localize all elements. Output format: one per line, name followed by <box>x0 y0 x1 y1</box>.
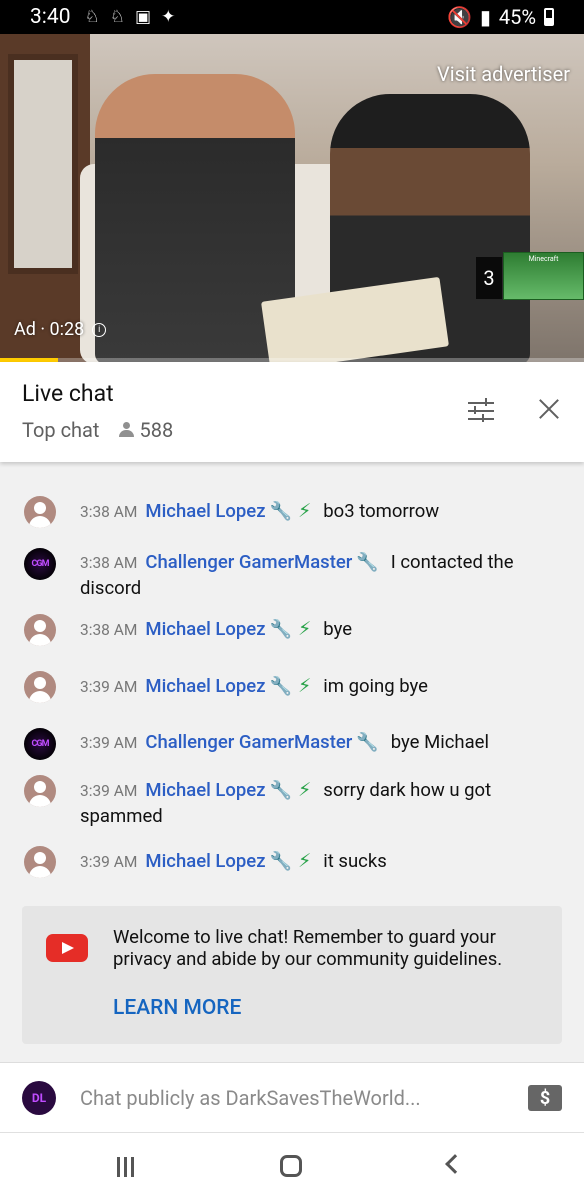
visit-advertiser-link[interactable]: Visit advertiser <box>437 62 570 86</box>
system-nav-bar <box>0 1132 584 1200</box>
chat-message-list[interactable]: 3:38 AMMichael Lopez🔧⚡bye3:38 AMMichael … <box>0 440 584 900</box>
message-timestamp: 3:38 AM <box>80 554 138 572</box>
message-timestamp: 3:39 AM <box>80 782 138 800</box>
snapchat-icon: ♘ <box>109 7 125 27</box>
chat-message[interactable]: 3:38 AM Michael Lopez 🔧 ⚡ bye <box>24 614 564 646</box>
thumbnail-text: Minecraft <box>528 255 559 263</box>
message-author[interactable]: Michael Lopez <box>145 850 265 872</box>
chat-message[interactable]: CGM 3:39 AM Challenger GamerMaster 🔧 bye Mic… <box>24 728 564 760</box>
close-icon[interactable] <box>538 398 560 420</box>
member-bolt-icon: ⚡ <box>297 674 312 697</box>
member-bolt-icon: ⚡ <box>297 499 312 522</box>
chat-header: Live chat Top chat 588 <box>0 362 584 462</box>
filter-icon[interactable] <box>468 398 494 424</box>
viewer-count-value: 588 <box>139 418 174 442</box>
chat-input-bar: DL Chat publicly as DarkSavesTheWorld...… <box>0 1062 584 1132</box>
learn-more-link[interactable]: LEARN MORE <box>113 996 241 1020</box>
author-avatar[interactable] <box>24 496 56 528</box>
status-time: 3:40 <box>30 5 71 29</box>
author-avatar[interactable] <box>24 775 56 807</box>
image-icon: ▣ <box>135 7 152 27</box>
battery-percent: 45% <box>498 5 536 29</box>
message-author[interactable]: Michael Lopez <box>145 675 265 697</box>
author-avatar[interactable] <box>24 671 56 703</box>
chat-message[interactable]: CGM 3:38 AM Challenger GamerMaster 🔧 I conta… <box>24 548 564 601</box>
status-bar: 3:40 ♘ ♘ ▣ ✦ 🔇 ▮ 45% <box>0 0 584 34</box>
scene-door <box>8 54 78 274</box>
author-avatar[interactable]: CGM <box>24 728 56 760</box>
moderator-wrench-icon: 🔧 <box>269 780 292 801</box>
author-avatar[interactable]: CGM <box>24 548 56 580</box>
ad-time: Ad · 0:28 <box>14 319 85 340</box>
chat-message[interactable]: 3:39 AM Michael Lopez 🔧 ⚡ sorry dark how u g… <box>24 775 564 829</box>
message-timestamp: 3:39 AM <box>80 678 138 696</box>
viewer-count: 588 <box>119 418 173 442</box>
moderator-wrench-icon: 🔧 <box>269 851 292 872</box>
message-author[interactable]: Michael Lopez <box>145 618 265 640</box>
chat-input[interactable]: Chat publicly as DarkSavesTheWorld... <box>80 1086 421 1110</box>
playlist-count[interactable]: 3 <box>476 257 502 299</box>
message-text: im going bye <box>323 675 428 697</box>
chat-mode-row[interactable]: Top chat 588 <box>22 418 173 442</box>
notification-icons: ♘ ♘ ▣ ✦ <box>85 7 176 27</box>
battery-icon <box>544 8 554 26</box>
message-text: bo3 tomorrow <box>323 500 440 522</box>
chat-message[interactable]: 3:39 AM Michael Lopez 🔧 ⚡ it sucks <box>24 846 564 878</box>
person-icon <box>119 422 135 438</box>
superchat-icon[interactable]: $ <box>528 1085 562 1111</box>
info-icon[interactable]: i <box>92 322 107 337</box>
message-timestamp: 3:39 AM <box>80 853 138 871</box>
twitter-icon: ✦ <box>161 7 176 27</box>
message-text: it sucks <box>323 850 387 872</box>
member-bolt-icon: ⚡ <box>297 849 312 872</box>
message-timestamp: 3:38 AM <box>80 621 138 639</box>
message-timestamp: 3:39 AM <box>80 734 138 752</box>
moderator-wrench-icon: 🔧 <box>356 552 379 573</box>
ad-label: Ad · 0:28 i <box>14 319 107 340</box>
home-icon[interactable] <box>280 1155 302 1177</box>
moderator-wrench-icon: 🔧 <box>269 619 292 640</box>
video-player[interactable]: Visit advertiser 3 Minecraft Ad · 0:28 i <box>0 34 584 362</box>
member-bolt-icon: ⚡ <box>297 617 312 640</box>
moderator-wrench-icon: 🔧 <box>269 501 292 522</box>
author-avatar[interactable] <box>24 846 56 878</box>
message-text: bye Michael <box>390 731 489 753</box>
moderator-wrench-icon: 🔧 <box>269 676 292 697</box>
message-author[interactable]: Challenger GamerMaster <box>145 731 352 753</box>
message-author[interactable]: Michael Lopez <box>145 500 265 522</box>
welcome-text: Welcome to live chat! Remember to guard … <box>113 926 503 970</box>
bell-icon: ♘ <box>84 7 100 27</box>
member-bolt-icon: ⚡ <box>297 778 312 801</box>
youtube-logo-icon <box>46 934 88 962</box>
next-video-thumbnail[interactable]: Minecraft <box>503 252 584 300</box>
welcome-banner: Welcome to live chat! Remember to guard … <box>22 906 562 1044</box>
signal-icon: ▮ <box>479 5 491 29</box>
message-author[interactable]: Challenger GamerMaster <box>145 551 352 573</box>
recents-icon[interactable] <box>117 1157 134 1177</box>
message-timestamp: 3:38 AM <box>80 503 138 521</box>
moderator-wrench-icon: 🔧 <box>356 732 379 753</box>
status-right: 🔇 ▮ 45% <box>447 5 554 29</box>
my-avatar: DL <box>22 1081 56 1115</box>
chat-title: Live chat <box>22 380 114 407</box>
chat-message[interactable]: 3:38 AM Michael Lopez 🔧 ⚡ bo3 tomorrow <box>24 496 564 528</box>
mute-icon: 🔇 <box>446 5 472 29</box>
back-icon[interactable] <box>445 1154 465 1174</box>
chat-mode-selector[interactable]: Top chat <box>22 418 99 442</box>
author-avatar[interactable] <box>24 614 56 646</box>
message-author[interactable]: Michael Lopez <box>145 779 265 801</box>
message-text: bye <box>323 618 353 640</box>
chat-message[interactable]: 3:39 AM Michael Lopez 🔧 ⚡ im going bye <box>24 671 564 703</box>
